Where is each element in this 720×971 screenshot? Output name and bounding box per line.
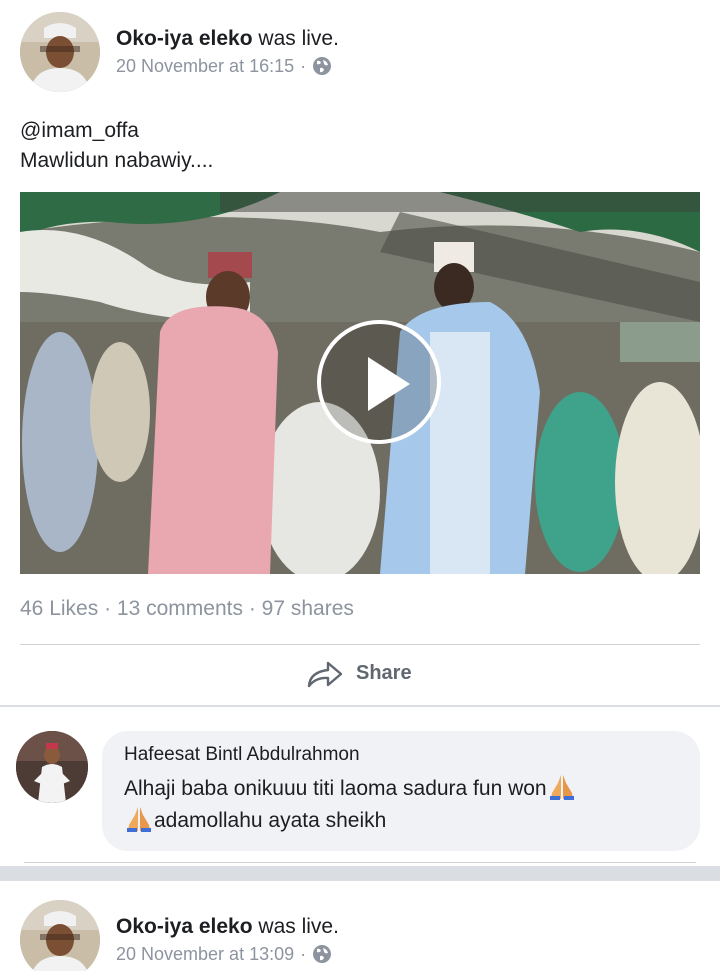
section-divider — [0, 705, 720, 707]
globe-icon — [312, 56, 332, 76]
stats-separator: · — [248, 597, 256, 620]
comment-text-line: Alhaji baba onikuuu titi laoma sadura fu… — [124, 777, 547, 800]
post-text: @imam_offa Mawlidun nabawiy.... — [20, 116, 213, 176]
author-name[interactable]: Oko-iya eleko — [116, 915, 253, 938]
post-action-text: was live. — [258, 915, 339, 938]
post-timestamp[interactable]: 20 November at 13:09 — [116, 941, 294, 967]
play-icon[interactable] — [317, 320, 441, 444]
live-video-thumbnail[interactable] — [20, 192, 700, 574]
author-avatar[interactable] — [20, 12, 100, 92]
comment-bubble: Hafeesat Bintl Abdulrahmon Alhaji baba o… — [102, 731, 700, 851]
commenter-avatar[interactable] — [16, 731, 88, 803]
globe-icon — [312, 944, 332, 964]
folded-hands-icon — [124, 805, 154, 833]
comment-text: Alhaji baba onikuuu titi laoma sadura fu… — [124, 773, 680, 837]
meta-separator: · — [300, 56, 307, 76]
post-stats: 46 Likes · 13 comments · 97 shares — [20, 594, 354, 624]
folded-hands-icon — [547, 773, 577, 801]
feed-separator — [0, 866, 720, 881]
share-label: Share — [356, 661, 412, 684]
share-arrow-icon — [307, 661, 343, 688]
divider — [20, 644, 700, 645]
author-name[interactable]: Oko-iya eleko — [116, 27, 253, 50]
post-header: Oko-iya eleko was live. 20 November at 1… — [20, 900, 339, 971]
share-button[interactable]: Share — [306, 656, 412, 690]
likes-count[interactable]: 46 Likes — [20, 597, 98, 620]
comments-count[interactable]: 13 comments — [117, 597, 243, 620]
shares-count[interactable]: 97 shares — [262, 597, 354, 620]
post-action-text: was live. — [258, 27, 339, 50]
comment-text-line: adamollahu ayata sheikh — [154, 809, 387, 832]
commenter-name[interactable]: Hafeesat Bintl Abdulrahmon — [124, 743, 680, 767]
post-mention[interactable]: @imam_offa — [20, 116, 213, 146]
divider — [24, 862, 696, 863]
author-avatar[interactable] — [20, 900, 100, 971]
post-header: Oko-iya eleko was live. 20 November at 1… — [20, 12, 339, 92]
post-body-line: Mawlidun nabawiy.... — [20, 149, 214, 172]
meta-separator: · — [300, 944, 307, 964]
post-timestamp[interactable]: 20 November at 16:15 — [116, 53, 294, 79]
stats-separator: · — [104, 597, 112, 620]
